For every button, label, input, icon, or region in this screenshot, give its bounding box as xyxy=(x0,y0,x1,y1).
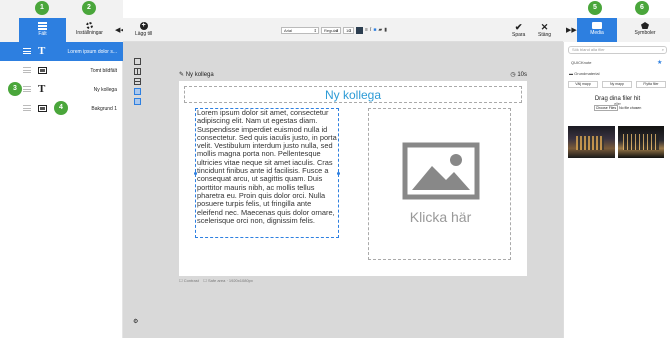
image-placeholder-icon xyxy=(402,142,480,200)
media-thumbnail[interactable] xyxy=(568,126,615,158)
canvas-footer: ☐ Contrast ☐ Safe area · 1920x1080px xyxy=(179,278,253,283)
save-button[interactable]: ✔ Spara xyxy=(512,22,526,39)
tab-media[interactable]: Media xyxy=(577,18,617,42)
color-swatch[interactable] xyxy=(356,26,363,34)
folder-icon xyxy=(592,22,602,29)
choose-files-button[interactable]: Choose Files xyxy=(593,105,619,111)
trash-icon[interactable]: ▮ xyxy=(384,27,387,33)
close-label: Stäng xyxy=(538,32,552,38)
resize-handle[interactable] xyxy=(337,172,340,175)
badge-3: 3 xyxy=(8,82,22,96)
list-item-label: Ny kollega xyxy=(93,87,117,93)
italic-icon[interactable]: I xyxy=(370,27,371,33)
tab-installningar-label: Inställningar xyxy=(76,30,103,36)
list-item-label: Tomt bildfält xyxy=(90,68,117,74)
badge-4: 4 xyxy=(54,101,68,115)
format-controls: Arial Regular 10 ≡ I ■ ▰ ▮ xyxy=(281,26,387,34)
text-field-icon: T xyxy=(38,83,46,95)
pentagon-icon xyxy=(641,22,649,29)
no-file-text: No file chosen xyxy=(619,106,642,110)
list-item-text-field[interactable]: T Lorem ipsum dolor s... xyxy=(0,42,123,61)
settings-small-icon[interactable]: ⚙ xyxy=(133,318,138,325)
image-field-icon xyxy=(38,67,47,74)
table-tool-icon[interactable] xyxy=(134,78,141,85)
tab-symboler[interactable]: Symboler xyxy=(623,18,667,42)
move-files-button[interactable]: Flytta filer xyxy=(636,81,666,88)
image-placeholder[interactable]: Klicka här xyxy=(368,108,511,260)
layout-tool-icon[interactable] xyxy=(134,88,141,95)
resize-handle[interactable] xyxy=(194,172,197,175)
badge-1: 1 xyxy=(35,1,49,15)
star-icon[interactable]: ★ xyxy=(657,59,662,66)
save-label: Spara xyxy=(512,32,526,38)
editor-toolbar: + Lägg till Arial Regular 10 ≡ I ■ ▰ ▮ ✔… xyxy=(123,18,563,42)
slide-title[interactable]: Ny kollega xyxy=(186,72,214,78)
folder-item[interactable]: QUICKnote xyxy=(571,60,591,65)
tab-falt-label: Fält xyxy=(38,31,47,37)
left-panel: Fält Inställningar ◀◀ T Lorem ipsum dolo… xyxy=(0,0,126,338)
tab-symboler-label: Symboler xyxy=(634,30,656,36)
background-icon xyxy=(38,105,47,112)
new-folder-button[interactable]: Ny mapp xyxy=(602,81,632,88)
shape-tools xyxy=(134,58,142,108)
weight-select[interactable]: Regular xyxy=(321,26,341,34)
close-icon: ✕ xyxy=(540,22,549,32)
text-field-icon: T xyxy=(38,45,46,57)
double-chevron-right-icon[interactable]: ▶▶ xyxy=(566,26,577,34)
frame-tool-icon[interactable] xyxy=(134,98,141,105)
square-tool-icon[interactable] xyxy=(134,58,141,65)
search-icon[interactable]: ⌕ xyxy=(662,47,664,53)
add-label: Lägg till xyxy=(135,31,153,37)
choose-folder-button[interactable]: Välj mapp xyxy=(568,81,598,88)
size-select[interactable]: 10 xyxy=(343,26,354,34)
title-field[interactable]: Ny kollega xyxy=(184,86,522,103)
duration-value: 10s xyxy=(517,72,527,78)
drag-handle-icon[interactable] xyxy=(23,86,31,94)
folder-item[interactable]: ▬ Grundmaterial xyxy=(569,71,599,76)
plus-icon: + xyxy=(139,22,148,30)
folder-label: Grundmaterial xyxy=(574,71,600,76)
list-icon xyxy=(38,22,47,30)
search-placeholder: Sök bland alla filer xyxy=(572,47,605,52)
drag-handle-icon[interactable] xyxy=(23,67,31,75)
grid-tool-icon[interactable] xyxy=(134,68,141,75)
tab-media-label: Media xyxy=(590,30,604,36)
align-icon[interactable]: ≡ xyxy=(365,27,368,33)
layer-icon[interactable]: ▰ xyxy=(378,27,382,33)
file-drop-zone[interactable]: Drag dina filer hit eller Choose Files N… xyxy=(568,93,667,118)
media-thumbnail[interactable] xyxy=(618,126,664,158)
list-item-label: Bakgrund 1 xyxy=(91,106,117,112)
contrast-toggle[interactable]: ☐ Contrast xyxy=(179,278,199,283)
body-text-field[interactable]: Lorem ipsum dolor sit amet, consectetur … xyxy=(195,108,339,238)
add-button[interactable]: + Lägg till xyxy=(135,22,152,37)
duration[interactable]: ◷ 10s xyxy=(510,71,527,78)
tab-falt[interactable]: Fält xyxy=(19,18,66,42)
contrast-label: Contrast xyxy=(183,278,199,283)
lock-icon[interactable]: ■ xyxy=(373,27,376,33)
image-placeholder-label: Klicka här xyxy=(409,209,472,225)
tab-installningar[interactable]: Inställningar xyxy=(66,18,113,42)
font-select[interactable]: Arial xyxy=(281,26,319,34)
slide-canvas: Ny kollega Lorem ipsum dolor sit amet, c… xyxy=(179,81,527,276)
badge-6: 6 xyxy=(635,1,649,15)
check-icon: ✔ xyxy=(514,22,523,32)
drag-handle-icon[interactable] xyxy=(23,48,31,56)
safe-area-label: Safe area · 1920x1080px xyxy=(207,278,253,283)
media-search-input[interactable]: Sök bland alla filer ⌕ xyxy=(568,46,667,54)
close-button[interactable]: ✕ Stäng xyxy=(538,22,552,39)
drag-handle-icon[interactable] xyxy=(23,105,31,113)
badge-2: 2 xyxy=(82,1,96,15)
right-panel: Sök bland alla filer ⌕ QUICKnote ★ ▬ Gru… xyxy=(563,42,670,338)
list-item-image-field[interactable]: Tomt bildfält xyxy=(0,61,123,80)
list-item-label: Lorem ipsum dolor s... xyxy=(67,49,117,55)
slide-header: ✎ Ny kollega ◷ 10s xyxy=(179,71,527,80)
pencil-icon[interactable]: ✎ xyxy=(179,72,184,78)
safe-area-toggle[interactable]: ☐ Safe area · 1920x1080px xyxy=(203,278,253,283)
file-input[interactable]: Choose Files No file chosen xyxy=(568,105,667,111)
folder-actions: Välj mapp Ny mapp Flytta filer xyxy=(568,81,666,88)
badge-5: 5 xyxy=(588,1,602,15)
gear-icon xyxy=(86,22,93,29)
